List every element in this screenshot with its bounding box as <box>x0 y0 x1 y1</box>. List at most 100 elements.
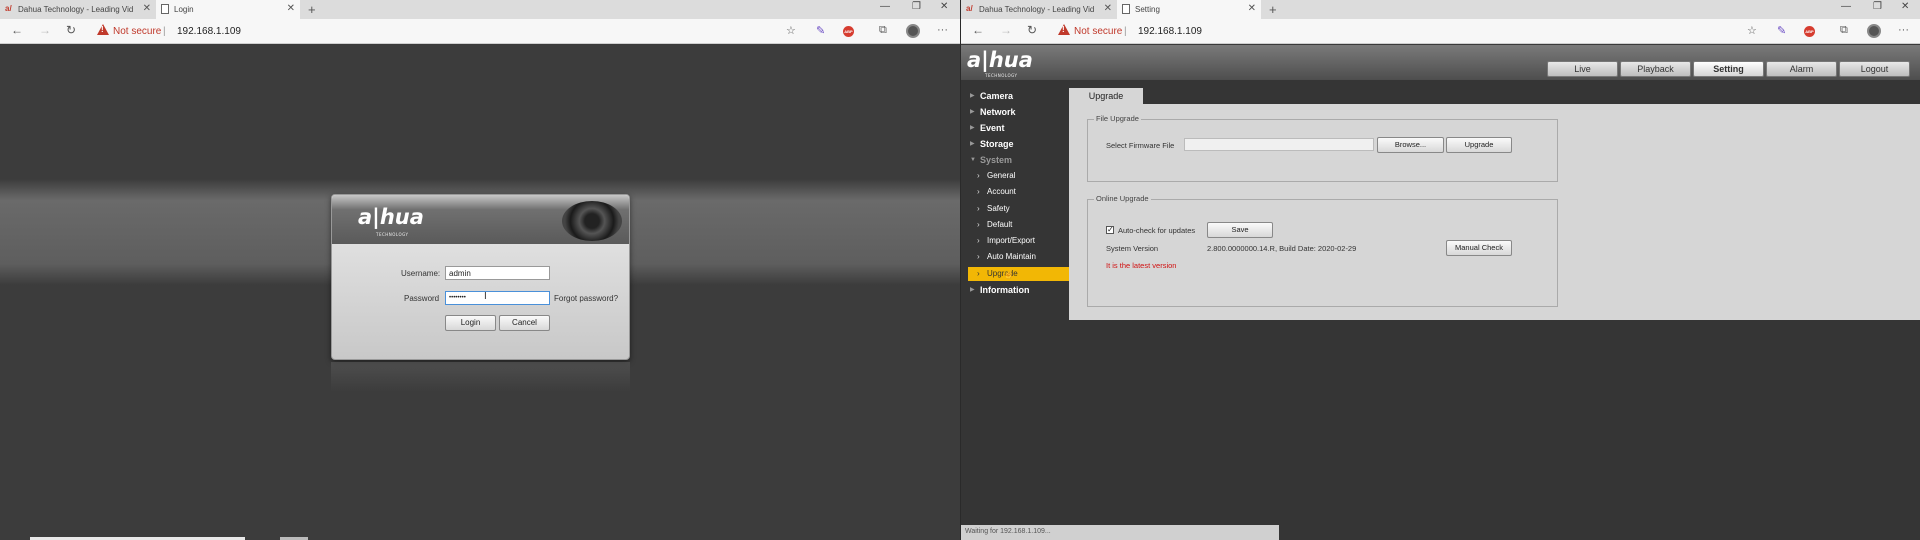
warning-icon[interactable] <box>1058 24 1070 35</box>
camera-lens-icon <box>562 201 622 241</box>
auto-check-checkbox[interactable]: ✓ <box>1106 226 1114 234</box>
sidebar-item-network[interactable]: ▶ Network <box>961 104 1069 120</box>
tab-label: Login <box>174 5 194 14</box>
favorite-star-icon[interactable]: ☆ <box>1747 24 1757 37</box>
tab-dahua[interactable]: a/ Dahua Technology - Leading Vid ✕ <box>961 0 1117 19</box>
forward-icon[interactable]: → <box>39 23 51 37</box>
close-tab-icon[interactable]: ✕ <box>1104 3 1112 14</box>
chevron-right-icon: › <box>977 171 980 180</box>
url-text[interactable]: 192.168.1.109 <box>177 26 241 37</box>
address-bar: ← → ↻ Not secure | 192.168.1.109 ☆ ✎ ABP… <box>961 19 1920 44</box>
pen-icon[interactable]: ✎ <box>1777 24 1786 37</box>
not-secure-label[interactable]: Not secure <box>113 26 161 37</box>
browse-button[interactable]: Browse... <box>1377 137 1444 153</box>
url-separator: | <box>1124 26 1127 37</box>
sidebar-item-label: Safety <box>987 204 1010 213</box>
password-label: Password <box>404 294 440 303</box>
maximize-icon[interactable]: ❐ <box>912 1 921 12</box>
sidebar-item-information[interactable]: ▶ Information <box>961 282 1069 298</box>
tab-live[interactable]: Live <box>1547 61 1618 77</box>
logo-text: a|hua <box>358 205 424 229</box>
mouse-pointer-icon: ☝ <box>1003 269 1015 279</box>
chevron-right-icon: › <box>977 220 980 229</box>
url-text[interactable]: 192.168.1.109 <box>1138 26 1202 37</box>
dahua-favicon-icon: a/ <box>966 4 973 13</box>
sidebar-item-label: Camera <box>980 91 1014 101</box>
tab-setting-main[interactable]: Setting <box>1693 61 1764 77</box>
new-tab-icon[interactable]: + <box>308 2 316 17</box>
browser-window-login: a/ Dahua Technology - Leading Vid ✕ Logi… <box>0 0 960 540</box>
tab-playback[interactable]: Playback <box>1620 61 1691 77</box>
chevron-right-icon: › <box>977 236 980 245</box>
back-icon[interactable]: ← <box>11 23 23 37</box>
reload-icon[interactable]: ↻ <box>1027 23 1037 37</box>
favorite-star-icon[interactable]: ☆ <box>786 24 796 37</box>
adblock-icon[interactable]: ABP <box>843 26 854 37</box>
sidebar-item-camera[interactable]: ▶ Camera <box>961 88 1069 104</box>
close-tab-icon[interactable]: ✕ <box>143 3 151 14</box>
tab-alarm[interactable]: Alarm <box>1766 61 1837 77</box>
close-tab-icon[interactable]: ✕ <box>1248 3 1256 14</box>
password-input[interactable]: •••••••• <box>445 291 550 305</box>
dahua-logo: a|hua TECHNOLOGY <box>967 48 1033 78</box>
tab-login[interactable]: Login ✕ <box>156 0 300 19</box>
collections-icon[interactable]: ⧉ <box>879 24 887 37</box>
sidebar-item-general[interactable]: › General <box>961 168 1069 184</box>
system-version-label: System Version <box>1106 244 1159 253</box>
sidebar-item-auto-maintain[interactable]: › Auto Maintain <box>961 249 1069 265</box>
save-button[interactable]: Save <box>1207 222 1273 238</box>
minimize-icon[interactable]: — <box>1841 1 1851 12</box>
file-upgrade-group: File Upgrade Select Firmware File Browse… <box>1087 114 1558 182</box>
not-secure-label[interactable]: Not secure <box>1074 26 1122 37</box>
firmware-file-input[interactable] <box>1184 138 1374 151</box>
sidebar-item-import-export[interactable]: › Import/Export <box>961 233 1069 249</box>
new-tab-icon[interactable]: + <box>1269 2 1277 17</box>
warning-icon[interactable] <box>97 24 109 35</box>
tab-setting[interactable]: Setting ✕ <box>1117 0 1261 19</box>
sidebar-item-default[interactable]: › Default <box>961 217 1069 233</box>
reload-icon[interactable]: ↻ <box>66 23 76 37</box>
tab-logout[interactable]: Logout <box>1839 61 1910 77</box>
login-header: a|hua TECHNOLOGY <box>332 195 629 244</box>
minimize-icon[interactable]: — <box>880 1 890 12</box>
more-menu-icon[interactable]: ··· <box>937 24 948 36</box>
tab-dahua[interactable]: a/ Dahua Technology - Leading Vid ✕ <box>0 0 156 19</box>
collapse-arrow-icon: ▼ <box>970 157 976 163</box>
profile-avatar-icon[interactable] <box>1867 24 1881 38</box>
page-icon <box>1122 4 1130 14</box>
sidebar-item-label: Network <box>980 107 1016 117</box>
sidebar-item-safety[interactable]: › Safety <box>961 201 1069 217</box>
online-upgrade-legend: Online Upgrade <box>1094 194 1151 203</box>
sidebar-item-label: Information <box>980 285 1030 295</box>
close-window-icon[interactable]: ✕ <box>940 1 948 12</box>
content-tab-upgrade[interactable]: Upgrade <box>1069 88 1143 104</box>
close-window-icon[interactable]: ✕ <box>1901 1 1909 12</box>
adblock-icon[interactable]: ABP <box>1804 26 1815 37</box>
upgrade-button[interactable]: Upgrade <box>1446 137 1512 153</box>
sidebar-item-account[interactable]: › Account <box>961 184 1069 200</box>
sidebar-item-system[interactable]: ▼ System <box>961 152 1069 168</box>
firmware-file-label: Select Firmware File <box>1106 141 1175 150</box>
username-input[interactable]: admin <box>445 266 550 280</box>
sidebar-item-storage[interactable]: ▶ Storage <box>961 136 1069 152</box>
profile-avatar-icon[interactable] <box>906 24 920 38</box>
forgot-password-link[interactable]: Forgot password? <box>554 294 618 303</box>
forward-icon[interactable]: → <box>1000 23 1012 37</box>
update-status-message: It is the latest version <box>1106 261 1177 270</box>
sidebar-item-event[interactable]: ▶ Event <box>961 120 1069 136</box>
manual-check-button[interactable]: Manual Check <box>1446 240 1512 256</box>
close-tab-icon[interactable]: ✕ <box>287 3 295 14</box>
sidebar-item-label: Default <box>987 220 1013 229</box>
more-menu-icon[interactable]: ··· <box>1898 24 1909 36</box>
expand-arrow-icon: ▶ <box>970 287 975 293</box>
collections-icon[interactable]: ⧉ <box>1840 24 1848 37</box>
pen-icon[interactable]: ✎ <box>816 24 825 37</box>
back-icon[interactable]: ← <box>972 23 984 37</box>
maximize-icon[interactable]: ❐ <box>1873 1 1882 12</box>
sidebar-item-upgrade[interactable]: › Upgrade <box>968 267 1069 281</box>
login-button[interactable]: Login <box>445 315 496 331</box>
expand-arrow-icon: ▶ <box>970 141 975 147</box>
auto-check-label: Auto-check for updates <box>1118 226 1196 235</box>
cancel-button[interactable]: Cancel <box>499 315 550 331</box>
tab-strip: a/ Dahua Technology - Leading Vid ✕ Logi… <box>0 0 960 19</box>
